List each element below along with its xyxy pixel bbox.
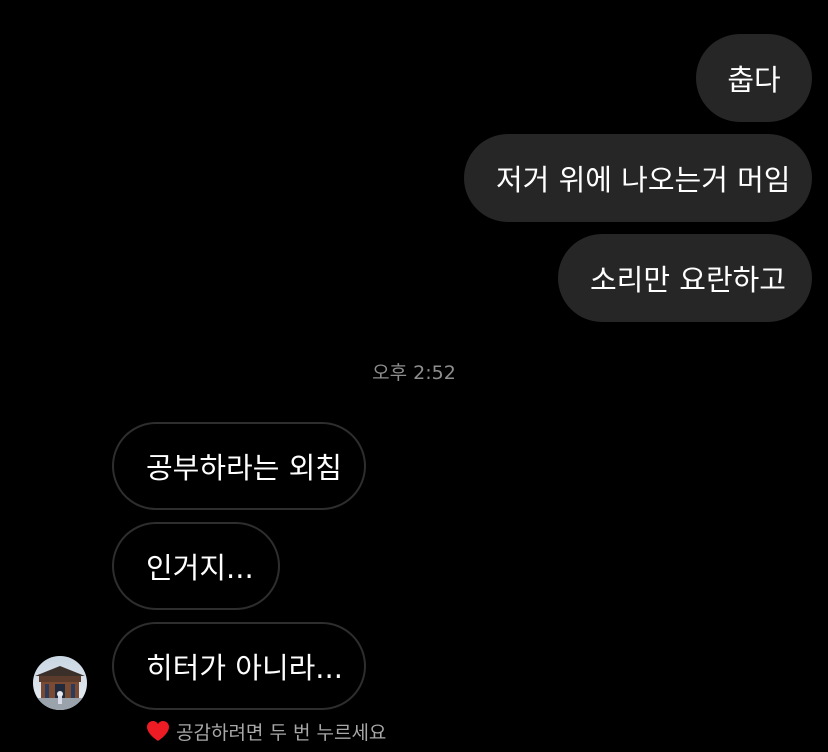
message-text: 히터가 아니라... — [146, 651, 343, 685]
sent-message[interactable]: 소리만 요란하고 — [558, 234, 812, 322]
message-text: 인거지... — [146, 551, 254, 585]
received-message[interactable]: 인거지... — [112, 522, 280, 610]
message-text: 춥다 — [727, 63, 781, 97]
reaction-hint: 공감하려면 두 번 누르세요 — [146, 718, 386, 744]
message-text: 저거 위에 나오는거 머임 — [496, 163, 791, 197]
sent-message[interactable]: 춥다 — [696, 34, 812, 122]
sent-message[interactable]: 저거 위에 나오는거 머임 — [464, 134, 812, 222]
avatar-image — [33, 656, 87, 710]
received-message[interactable]: 히터가 아니라... — [112, 622, 366, 710]
avatar[interactable] — [33, 656, 87, 710]
message-text: 공부하라는 외침 — [146, 451, 342, 485]
reaction-hint-text: 공감하려면 두 번 누르세요 — [176, 721, 387, 744]
message-text: 소리만 요란하고 — [590, 263, 786, 297]
heart-icon — [147, 721, 169, 741]
received-message[interactable]: 공부하라는 외침 — [112, 422, 366, 510]
message-timestamp: 오후 2:52 — [372, 362, 456, 384]
